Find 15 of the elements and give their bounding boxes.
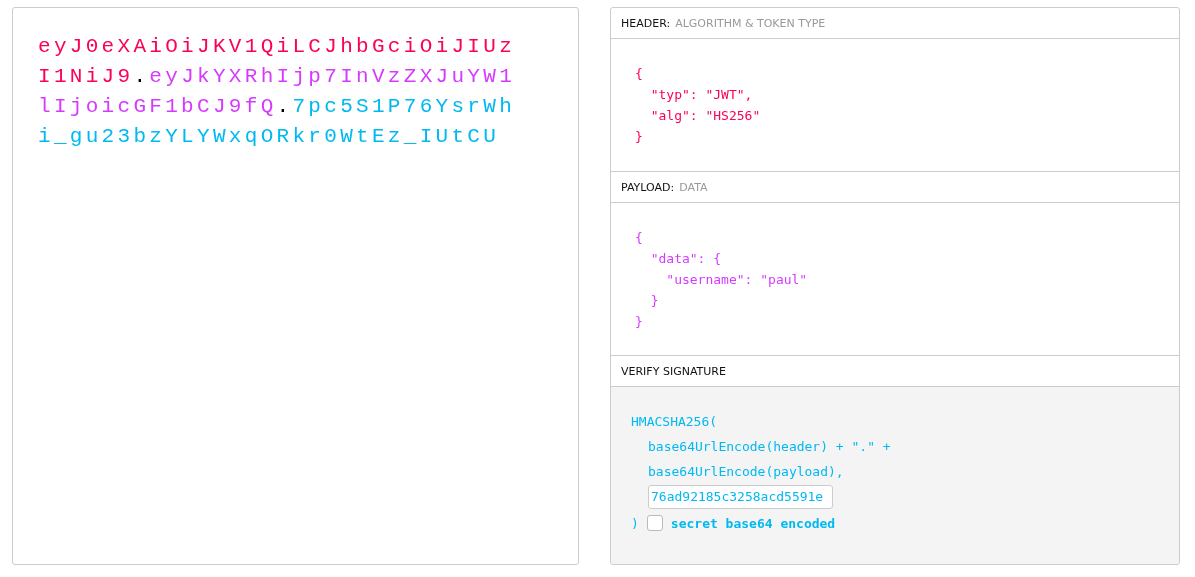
json-code[interactable]: { "data": { "username": "paul" } } [635, 227, 1155, 332]
section-title: VERIFY SIGNATURE [621, 364, 726, 378]
json-code[interactable]: { "typ": "JWT", "alg": "HS256" } [635, 63, 1155, 147]
section-subtitle: DATA [679, 180, 708, 194]
checkbox[interactable] [646, 515, 663, 531]
section-title: HEADER: [621, 16, 671, 30]
checkbox-label[interactable]: secret base64 encoded [670, 510, 836, 536]
code-line: ) [631, 514, 639, 533]
code-line: base64UrlEncode(payload), [647, 463, 845, 481]
code-line: HMACSHA256( [631, 413, 719, 431]
code-line: base64UrlEncode(header) + "." + [647, 438, 892, 456]
section-subtitle: ALGORITHM & TOKEN TYPE [675, 16, 826, 30]
encoded-token[interactable]: eyJ0eXAiOiJKV1QiLCJhbGciOiJIUzI1NiJ9.eyJkYXRhIjp7InVzZXJuYW1lIjoicGF1bCJ9fQ.7pc5S1P76YsrWhi_gu23bzYLYWxqORkr0WtEz_IUtCU [38, 32, 518, 152]
secret-input[interactable]: 76ad92185c3258acd5591e [648, 484, 833, 509]
section-title: PAYLOAD: [621, 180, 675, 194]
